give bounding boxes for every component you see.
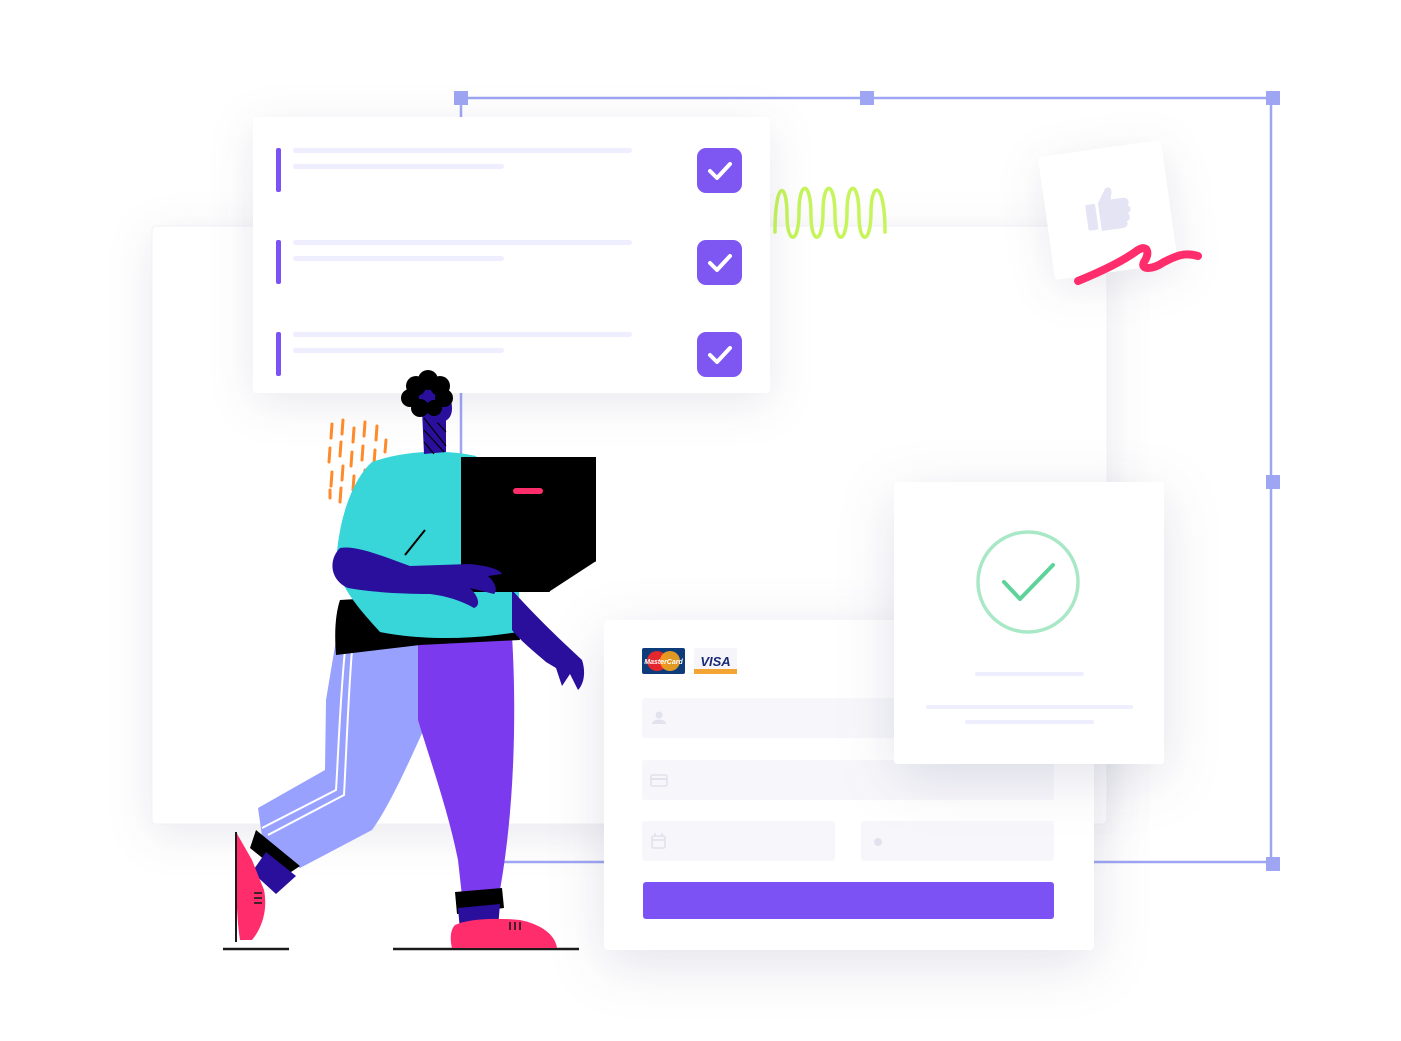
frame-handle-bottom-right[interactable] — [1266, 857, 1280, 871]
visa-label: VISA — [700, 654, 730, 669]
success-line — [926, 705, 1133, 709]
mastercard-label: MasterCard — [644, 659, 683, 666]
package-label — [513, 488, 543, 494]
cvv-field[interactable] — [861, 821, 1054, 861]
checkbox[interactable] — [697, 148, 742, 193]
success-line — [975, 672, 1084, 676]
checkbox[interactable] — [697, 240, 742, 285]
frame-handle-top-middle[interactable] — [860, 91, 874, 105]
payment-checklist-illustration: MasterCard VISA — [151, 91, 1280, 951]
card-number-field[interactable] — [642, 760, 1054, 800]
checkbox[interactable] — [697, 332, 742, 377]
frame-handle-top-left[interactable] — [454, 91, 468, 105]
frame-handle-top-right[interactable] — [1266, 91, 1280, 105]
pay-button[interactable] — [643, 882, 1054, 919]
visa-logo: VISA — [694, 648, 737, 674]
mastercard-logo: MasterCard — [642, 648, 685, 674]
frame-handle-middle-right[interactable] — [1266, 475, 1280, 489]
success-line — [965, 720, 1094, 724]
expiry-date-field[interactable] — [642, 821, 835, 861]
lock-icon — [874, 838, 882, 846]
